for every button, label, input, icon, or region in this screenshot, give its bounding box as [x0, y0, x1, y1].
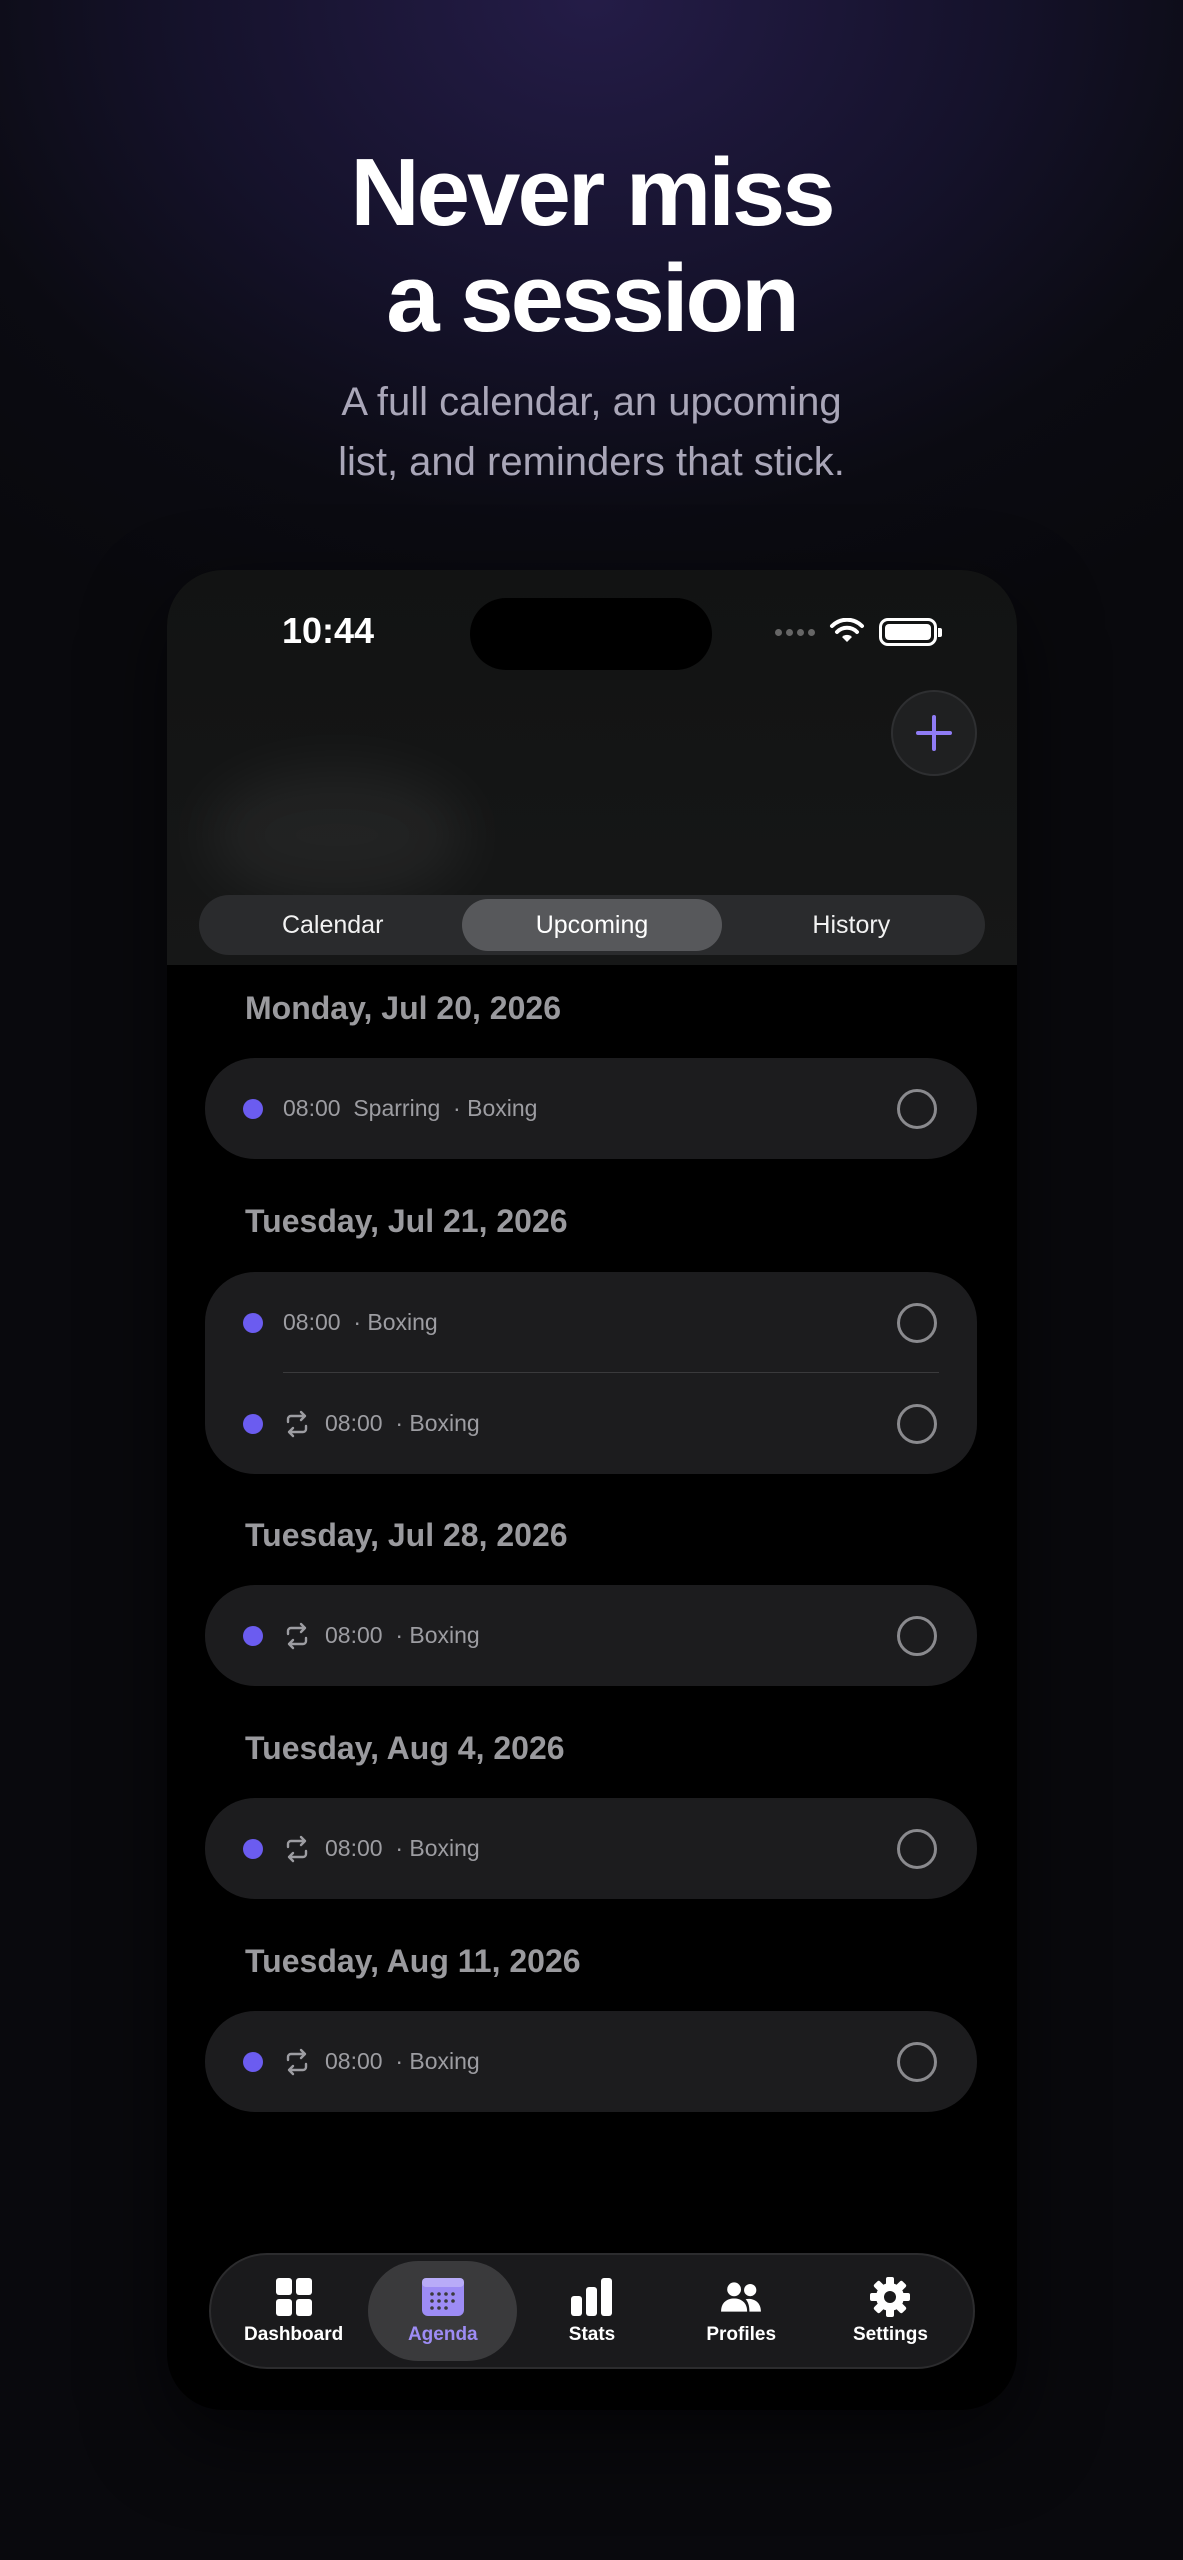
hero-subtitle-line2: list, and reminders that stick.	[338, 440, 845, 484]
session-row[interactable]: 08:00 · Boxing	[205, 1272, 977, 1373]
tab-stats[interactable]: Stats	[517, 2261, 666, 2361]
session-dot	[243, 1413, 263, 1434]
session-card: 08:00 · Boxing	[205, 1585, 977, 1686]
session-dot	[243, 1838, 263, 1859]
repeat-icon	[286, 2048, 308, 2075]
session-text: 08:00 · Boxing	[325, 1622, 480, 1648]
session-text: 08:00 Sparring · Boxing	[283, 1095, 538, 1121]
header-area: 10:44 Calendar Upcoming History	[167, 570, 1017, 965]
people-icon	[721, 2282, 762, 2312]
plus-icon	[916, 715, 952, 751]
session-text: 08:00 · Boxing	[325, 1835, 480, 1861]
session-row[interactable]: 08:00 · Boxing	[205, 2011, 977, 2112]
status-time: 10:44	[282, 610, 375, 651]
hero-subtitle: A full calendar, an upcoming list, and r…	[0, 372, 1183, 492]
bar-chart-icon	[571, 2278, 612, 2316]
session-row[interactable]: 08:00 Sparring · Boxing	[205, 1058, 977, 1159]
header-blur	[207, 770, 467, 900]
session-text: 08:00 · Boxing	[283, 1309, 438, 1335]
tab-profiles[interactable]: Profiles	[667, 2261, 816, 2361]
tab-label: Dashboard	[243, 2324, 344, 2345]
session-text: 08:00 · Boxing	[325, 1410, 480, 1436]
tab-bar: Dashboard Agenda Stats Profiles Settings	[209, 2253, 975, 2369]
signal-icon	[775, 628, 815, 636]
wifi-icon	[830, 618, 864, 642]
segment-calendar[interactable]: Calendar	[203, 899, 462, 951]
session-row[interactable]: 08:00 · Boxing	[205, 1585, 977, 1686]
hero-subtitle-line1: A full calendar, an upcoming	[341, 380, 842, 424]
tab-agenda[interactable]: Agenda	[368, 2261, 518, 2361]
calendar-icon	[421, 2278, 464, 2316]
session-card: 08:00 · Boxing	[205, 2011, 977, 2112]
phone-frame: 10:44 Calendar Upcoming History Monday, …	[167, 570, 1017, 2410]
dynamic-island	[470, 598, 712, 670]
complete-checkbox[interactable]	[897, 1616, 937, 1656]
tab-settings[interactable]: Settings	[816, 2261, 965, 2361]
session-row[interactable]: 08:00 · Boxing	[205, 1798, 977, 1899]
complete-checkbox[interactable]	[897, 1404, 937, 1444]
session-row[interactable]: 08:00 · Boxing	[205, 1373, 977, 1474]
segment-upcoming[interactable]: Upcoming	[462, 899, 722, 951]
segment-history[interactable]: History	[722, 899, 981, 951]
date-header: Tuesday, Aug 4, 2026	[245, 1730, 565, 1766]
complete-checkbox[interactable]	[897, 1089, 937, 1129]
repeat-icon	[286, 1410, 308, 1437]
status-icons	[775, 618, 942, 646]
session-dot	[243, 1098, 263, 1119]
tab-dashboard[interactable]: Dashboard	[219, 2261, 368, 2361]
date-header: Tuesday, Jul 28, 2026	[245, 1517, 568, 1553]
tab-label: Profiles	[706, 2324, 777, 2345]
gear-icon	[870, 2277, 911, 2317]
repeat-icon	[286, 1622, 308, 1649]
battery-icon	[879, 618, 942, 646]
complete-checkbox[interactable]	[897, 2042, 937, 2082]
complete-checkbox[interactable]	[897, 1829, 937, 1869]
session-dot	[243, 1625, 263, 1646]
session-card: 08:00 · Boxing 08:00 · Boxing	[205, 1272, 977, 1474]
hero-title-line1: Never miss	[350, 139, 835, 246]
view-segmented-control: Calendar Upcoming History	[199, 895, 985, 955]
tab-label: Stats	[568, 2324, 616, 2345]
session-dot	[243, 1312, 263, 1333]
hero-title-line2: a session	[386, 245, 800, 352]
add-session-button[interactable]	[891, 690, 977, 776]
session-text: 08:00 · Boxing	[325, 2048, 480, 2074]
tab-label: Settings	[852, 2324, 928, 2345]
session-card: 08:00 Sparring · Boxing	[205, 1058, 977, 1159]
repeat-icon	[286, 1835, 308, 1862]
session-dot	[243, 2051, 263, 2072]
session-card: 08:00 · Boxing	[205, 1798, 977, 1899]
grid-icon	[275, 2278, 312, 2316]
tab-label: Agenda	[407, 2324, 478, 2345]
hero-title: Never miss a session	[0, 140, 1183, 352]
date-header: Monday, Jul 20, 2026	[245, 990, 561, 1026]
complete-checkbox[interactable]	[897, 1303, 937, 1343]
date-header: Tuesday, Jul 21, 2026	[245, 1203, 568, 1239]
date-header: Tuesday, Aug 11, 2026	[245, 1943, 581, 1979]
